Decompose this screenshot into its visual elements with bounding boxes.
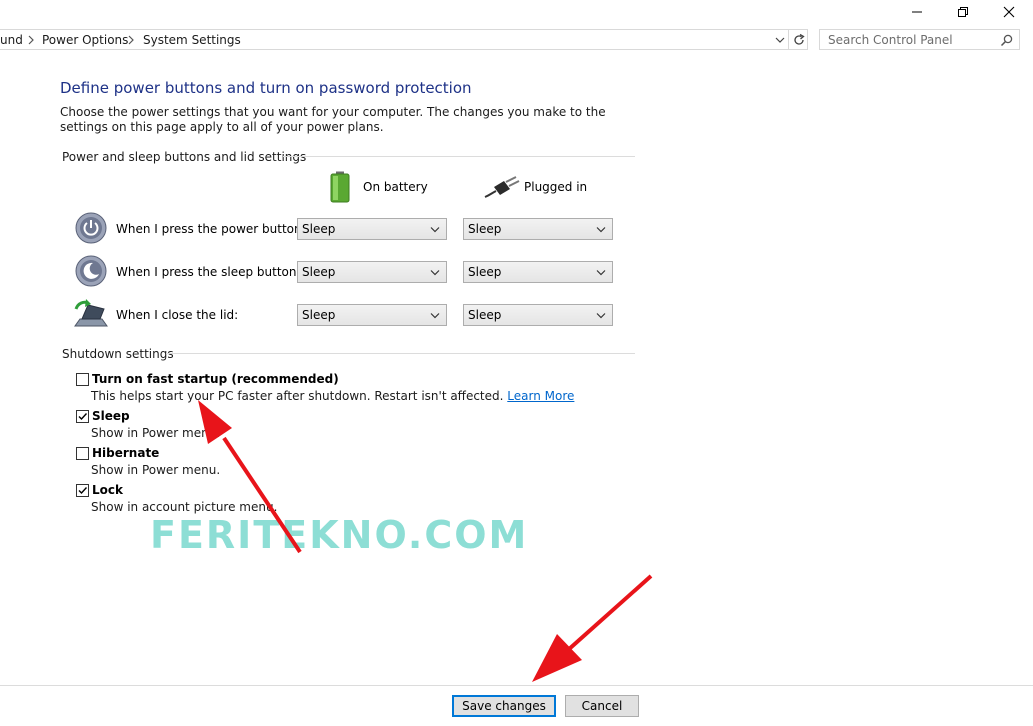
- lock-title: Lock: [92, 483, 123, 497]
- select-value: Sleep: [468, 222, 502, 236]
- fast-startup-sub: This helps start your PC faster after sh…: [91, 389, 504, 403]
- arrow-to-save-button: [532, 574, 653, 682]
- chevron-down-icon: [430, 313, 440, 319]
- footer-divider: [0, 685, 1033, 686]
- close-lid-plugged-select[interactable]: Sleep: [463, 304, 613, 326]
- close-button[interactable]: [986, 0, 1032, 24]
- refresh-icon[interactable]: [792, 33, 806, 47]
- sleep-checkbox[interactable]: [76, 410, 89, 423]
- sleep-button-icon: [75, 255, 107, 287]
- sleep-sub: Show in Power menu.: [91, 426, 221, 440]
- fast-startup-checkbox[interactable]: [76, 373, 89, 386]
- hibernate-checkbox[interactable]: [76, 447, 89, 460]
- select-value: Sleep: [302, 308, 336, 322]
- address-bar[interactable]: und Power Options System Settings: [0, 29, 808, 50]
- sleep-button-battery-select[interactable]: Sleep: [297, 261, 447, 283]
- checkmark-icon: [78, 487, 88, 495]
- checkmark-icon: [78, 413, 88, 421]
- power-plug-icon: [484, 176, 520, 198]
- learn-more-link[interactable]: Learn More: [507, 389, 574, 403]
- close-lid-battery-select[interactable]: Sleep: [297, 304, 447, 326]
- page-title: Define power buttons and turn on passwor…: [60, 79, 472, 97]
- select-value: Sleep: [468, 265, 502, 279]
- chevron-down-icon: [596, 270, 606, 276]
- lock-sub: Show in account picture menu.: [91, 500, 278, 514]
- laptop-lid-icon: [74, 299, 108, 327]
- select-value: Sleep: [302, 222, 336, 236]
- search-icon[interactable]: [1000, 33, 1014, 47]
- chevron-right-icon: [128, 35, 134, 45]
- restore-button[interactable]: [940, 0, 986, 24]
- section-divider: [283, 156, 635, 157]
- chevron-down-icon: [430, 270, 440, 276]
- minimize-icon: [912, 11, 922, 13]
- restore-icon: [958, 7, 968, 17]
- battery-icon: [330, 171, 350, 203]
- sleep-button-label: When I press the sleep button:: [116, 265, 301, 279]
- breadcrumb-item[interactable]: Power Options: [42, 33, 128, 47]
- close-icon: [1003, 6, 1015, 18]
- divider: [788, 30, 789, 49]
- power-section-heading: Power and sleep buttons and lid settings: [62, 150, 307, 164]
- cancel-button[interactable]: Cancel: [565, 695, 639, 717]
- shutdown-section-heading: Shutdown settings: [62, 347, 174, 361]
- fast-startup-title: Turn on fast startup (recommended): [92, 372, 339, 386]
- plugged-in-label: Plugged in: [524, 180, 588, 194]
- power-button-plugged-select[interactable]: Sleep: [463, 218, 613, 240]
- chevron-right-icon: [28, 35, 34, 45]
- breadcrumb-item[interactable]: System Settings: [143, 33, 241, 47]
- search-box[interactable]: Search Control Panel: [819, 29, 1020, 50]
- page-description: Choose the power settings that you want …: [60, 105, 606, 134]
- search-input[interactable]: Search Control Panel: [828, 33, 953, 47]
- watermark: FERITEKNO.COM: [150, 513, 529, 557]
- minimize-button[interactable]: [894, 0, 940, 24]
- chevron-down-icon[interactable]: [774, 35, 786, 45]
- hibernate-sub: Show in Power menu.: [91, 463, 221, 477]
- fast-startup-description: This helps start your PC faster after sh…: [91, 389, 574, 403]
- chevron-down-icon: [596, 313, 606, 319]
- sleep-title: Sleep: [92, 409, 130, 423]
- chevron-down-icon: [596, 227, 606, 233]
- save-changes-button[interactable]: Save changes: [452, 695, 556, 717]
- power-button-battery-select[interactable]: Sleep: [297, 218, 447, 240]
- on-battery-label: On battery: [363, 180, 428, 194]
- power-button-icon: [75, 212, 107, 244]
- close-lid-label: When I close the lid:: [116, 308, 239, 322]
- hibernate-title: Hibernate: [92, 446, 160, 460]
- sleep-button-plugged-select[interactable]: Sleep: [463, 261, 613, 283]
- lock-checkbox[interactable]: [76, 484, 89, 497]
- breadcrumb-item[interactable]: und: [0, 33, 23, 47]
- chevron-down-icon: [430, 227, 440, 233]
- select-value: Sleep: [468, 308, 502, 322]
- select-value: Sleep: [302, 265, 336, 279]
- section-divider: [166, 353, 635, 354]
- power-button-label: When I press the power button:: [116, 222, 306, 236]
